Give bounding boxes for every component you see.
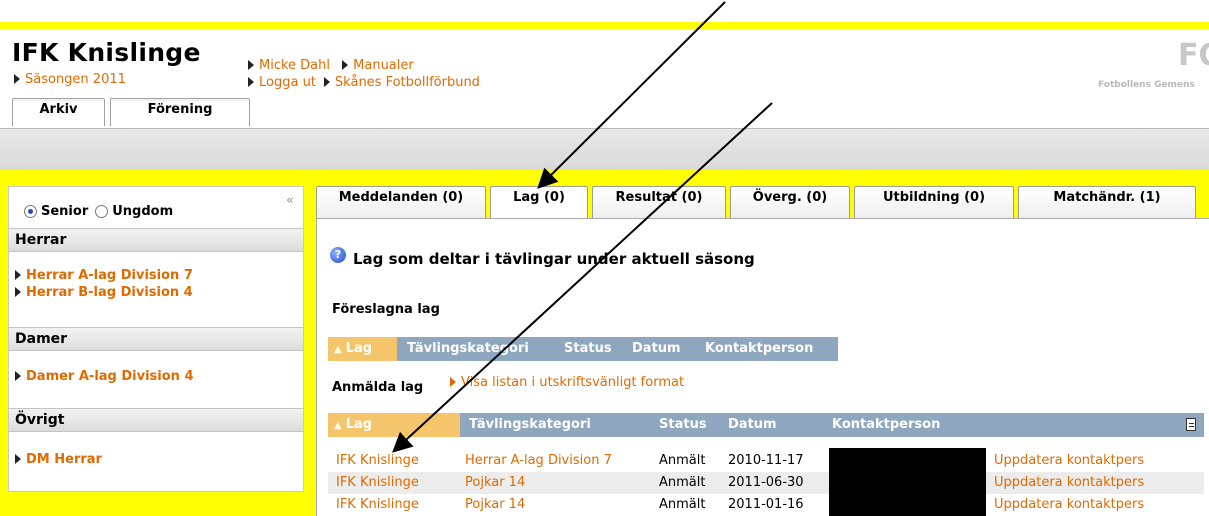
column-kategori[interactable]: Tävlingskategori (407, 337, 529, 361)
export-document-icon[interactable] (1186, 418, 1196, 431)
table-row: IFK Knislinge Pojkar 14 Anmält 2011-06-3… (328, 472, 1204, 494)
column-status[interactable]: Status (564, 337, 612, 361)
arrow-right-icon (450, 376, 456, 387)
status-value: Anmält (659, 475, 706, 490)
radio-label-senior: Senior (41, 204, 89, 219)
arrow-right-icon (248, 76, 254, 87)
category-link[interactable]: Pojkar 14 (465, 494, 525, 516)
status-value: Anmält (659, 497, 706, 512)
arrow-right-icon (15, 269, 21, 280)
proposed-table-header: ▲ Lag Tävlingskategori Status Datum Konta… (328, 337, 838, 361)
arrow-right-icon (15, 370, 21, 381)
yellow-top-stripe (0, 22, 1209, 29)
column-kontaktperson[interactable]: Kontaktperson (705, 337, 813, 361)
table-row: IFK Knislinge Herrar A-lag Division 7 An… (328, 450, 1204, 472)
column-status[interactable]: Status (659, 413, 707, 437)
sort-asc-icon: ▲ (334, 344, 342, 355)
arrow-right-icon (15, 286, 21, 297)
sidebar-item-herrar-a[interactable]: Herrar A-lag Division 7 (15, 268, 193, 283)
column-kontaktperson[interactable]: Kontaktperson (832, 413, 940, 437)
tab-arkiv[interactable]: Arkiv (12, 98, 105, 126)
tab-utbildning[interactable]: Utbildning (0) (854, 186, 1014, 218)
update-contact-link[interactable]: Uppdatera kontaktpers (994, 450, 1144, 472)
division-radio-group: Senior Ungdom (24, 204, 180, 219)
column-kategori[interactable]: Tävlingskategori (469, 413, 591, 437)
sidebar-item-dm-herrar[interactable]: DM Herrar (15, 452, 102, 467)
help-icon[interactable]: ? (330, 247, 346, 263)
status-value: Anmält (659, 453, 706, 468)
date-value: 2011-06-30 (728, 475, 804, 490)
toolbar-bar (0, 128, 1209, 170)
page-title: Lag som deltar i tävlingar under aktuell… (353, 250, 755, 268)
table-row: IFK Knislinge Pojkar 14 Anmält 2011-01-1… (328, 494, 1204, 516)
section-ovrigt: Övrigt (9, 408, 303, 432)
date-value: 2010-11-17 (728, 453, 804, 468)
column-lag-sorted[interactable]: ▲ Lag (328, 337, 397, 361)
tab-overgangar[interactable]: Överg. (0) (730, 186, 850, 218)
proposed-teams-title: Föreslagna lag (332, 302, 440, 317)
club-title: IFK Knislinge (12, 38, 201, 67)
tab-meddelanden[interactable]: Meddelanden (0) (316, 186, 486, 218)
user-link[interactable]: Micke Dahl (259, 58, 330, 73)
logout-link[interactable]: Logga ut (259, 75, 316, 90)
team-link[interactable]: IFK Knislinge (336, 472, 419, 494)
column-datum[interactable]: Datum (632, 337, 681, 361)
section-damer: Damer (9, 327, 303, 351)
date-value: 2011-01-16 (728, 497, 804, 512)
arrow-right-icon (15, 453, 21, 464)
tab-resultat[interactable]: Resultat (0) (592, 186, 726, 218)
category-link[interactable]: Herrar A-lag Division 7 (465, 450, 612, 472)
column-lag-sorted[interactable]: ▲ Lag (328, 413, 460, 437)
column-datum[interactable]: Datum (728, 413, 777, 437)
arrow-right-icon (342, 59, 349, 70)
tab-forening[interactable]: Förening (110, 98, 250, 126)
sidebar-item-herrar-b[interactable]: Herrar B-lag Division 4 (15, 285, 193, 300)
update-contact-link[interactable]: Uppdatera kontaktpers (994, 472, 1144, 494)
logo-subtitle: Fotbollens Gemens (1098, 80, 1195, 90)
season-link[interactable]: Säsongen 2011 (14, 72, 126, 87)
tab-lag[interactable]: Lag (0) (490, 186, 588, 222)
team-link[interactable]: IFK Knislinge (336, 494, 419, 516)
registered-table-header: ▲ Lag Tävlingskategori Status Datum Konta… (328, 413, 1204, 437)
manuals-link[interactable]: Manualer (353, 58, 414, 73)
collapse-icon[interactable]: « (286, 193, 294, 208)
radio-ungdom[interactable] (95, 205, 109, 218)
header-links: Micke Dahl Manualer Logga ut Skånes Fotbo… (248, 57, 488, 91)
radio-senior[interactable] (24, 205, 37, 218)
radio-label-ungdom: Ungdom (112, 204, 174, 219)
arrow-right-icon (248, 59, 254, 70)
yellow-mid-stripe (0, 170, 1209, 178)
tab-matchandringar[interactable]: Matchändr. (1) (1018, 186, 1196, 218)
update-contact-link[interactable]: Uppdatera kontaktpers (994, 494, 1144, 516)
federation-link[interactable]: Skånes Fotbollförbund (335, 75, 480, 90)
team-link[interactable]: IFK Knislinge (336, 450, 419, 472)
sort-asc-icon: ▲ (334, 420, 342, 431)
registered-teams-title: Anmälda lag (332, 380, 424, 395)
section-herrar: Herrar (9, 228, 303, 252)
sidebar-item-damer-a[interactable]: Damer A-lag Division 4 (15, 369, 194, 384)
logo: FO (1178, 38, 1209, 73)
arrow-right-icon (14, 73, 20, 84)
category-link[interactable]: Pojkar 14 (465, 472, 525, 494)
redacted-contact-block (829, 448, 986, 516)
arrow-right-icon (323, 76, 330, 87)
print-friendly-link[interactable]: Visa listan i utskriftsvänligt format (450, 375, 684, 390)
